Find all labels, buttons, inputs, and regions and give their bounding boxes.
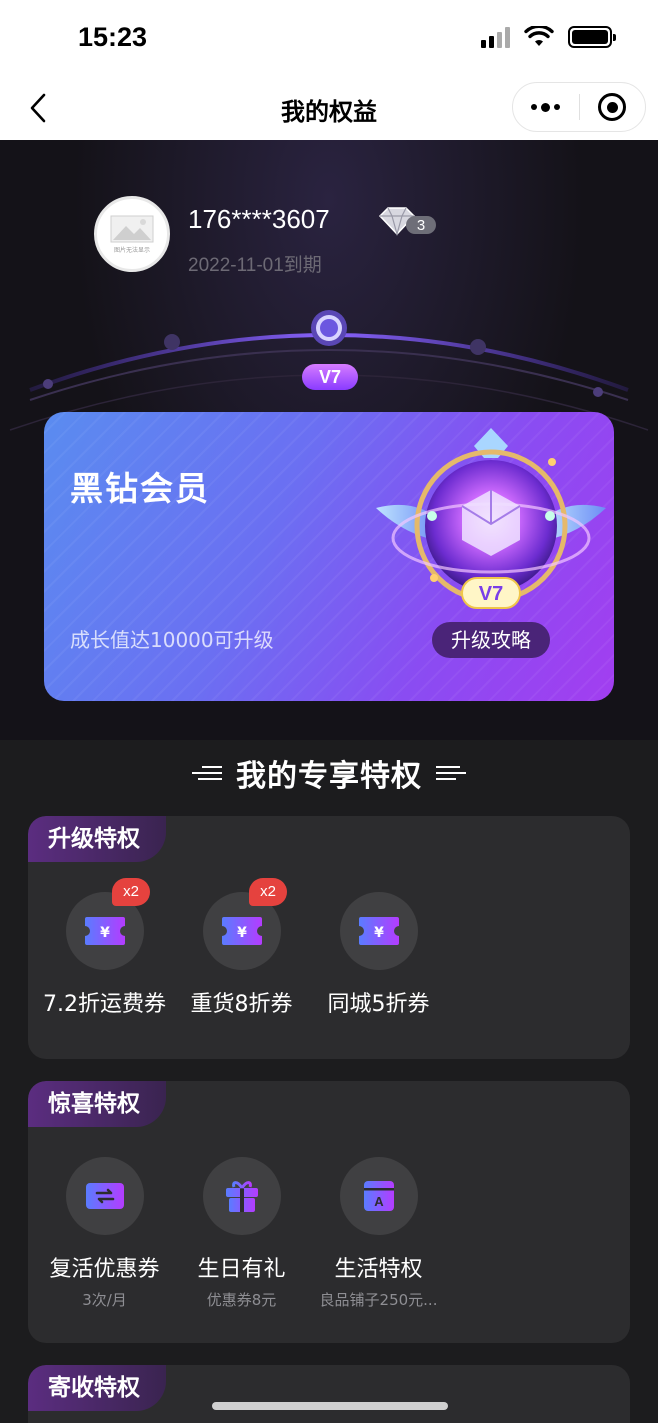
growth-requirement: 成长值达10000可升级 xyxy=(70,628,274,652)
cellular-signal-icon xyxy=(481,26,510,48)
expire-date: 2022-11-01到期 xyxy=(188,255,322,276)
coupon-icon: ¥ xyxy=(84,917,125,945)
revive-coupon-icon xyxy=(85,1183,124,1209)
upgrade-guide-button[interactable]: 升级攻略 xyxy=(432,622,550,658)
status-bar: 15:23 xyxy=(0,0,658,76)
image-placeholder-icon xyxy=(110,215,154,242)
section-title: 我的专享特权 xyxy=(236,759,422,794)
privilege-item[interactable]: ¥ 同城5折券 xyxy=(310,892,447,1018)
privileges-section-header: 我的专享特权 xyxy=(0,752,658,794)
avatar-caption: 图片无法显示 xyxy=(113,246,150,254)
target-icon xyxy=(598,93,627,121)
panel-tag: 惊喜特权 xyxy=(28,1081,166,1127)
current-level-tag: V7 xyxy=(302,364,358,390)
surprise-privileges-panel: 惊喜特权 复活优惠券 3次/月 生日有礼 优惠券8元 A 生活特权 良品铺子25… xyxy=(28,1081,630,1343)
privilege-sublabel: 优惠券8元 xyxy=(206,1291,277,1309)
upgrade-privileges-panel: 升级特权 ¥ x2 7.2折运费券 ¥ x2 重货8折券 ¥ 同城5折券 xyxy=(28,816,630,1059)
privilege-item[interactable]: ¥ x2 重货8折券 xyxy=(173,878,310,1018)
privilege-item[interactable]: ¥ x2 7.2折运费券 xyxy=(36,878,173,1018)
panel-tag: 升级特权 xyxy=(28,816,166,862)
battery-icon xyxy=(568,26,616,48)
miniapp-capsule xyxy=(512,82,646,132)
home-indicator[interactable] xyxy=(212,1402,448,1410)
shop-icon: A xyxy=(363,1181,394,1211)
svg-text:¥: ¥ xyxy=(100,925,110,941)
diamond-level-badge: 3 xyxy=(378,207,436,236)
svg-text:¥: ¥ xyxy=(374,925,384,941)
privilege-label: 7.2折运费券 xyxy=(43,992,166,1017)
wifi-icon xyxy=(524,26,554,46)
privilege-label: 生活特权 xyxy=(334,1257,423,1282)
avatar[interactable]: 图片无法显示 xyxy=(94,196,170,272)
member-card: 黑钻会员 V7 成长值达10000可升级 升级攻略 xyxy=(44,412,614,701)
coupon-icon: ¥ xyxy=(358,917,399,945)
title-decoration-right xyxy=(436,766,466,780)
status-time: 15:23 xyxy=(78,22,148,52)
privilege-item[interactable]: 复活优惠券 3次/月 xyxy=(36,1157,173,1310)
panel-tag: 寄收特权 xyxy=(28,1365,166,1411)
svg-text:A: A xyxy=(374,1194,384,1209)
member-hero: 图片无法显示 176****3607 3 2022-11-01到期 V7 黑钻会… xyxy=(0,140,658,740)
privilege-label: 同城5折券 xyxy=(327,992,430,1017)
privilege-label: 重货8折券 xyxy=(190,992,293,1017)
phone-number: 176****3607 xyxy=(188,204,330,234)
member-tier-title: 黑钻会员 xyxy=(70,469,210,508)
more-button[interactable] xyxy=(513,102,579,112)
privilege-label: 复活优惠券 xyxy=(49,1257,160,1282)
coupon-icon: ¥ xyxy=(221,917,262,945)
nav-bar: 我的权益 xyxy=(0,76,658,140)
shipping-privileges-panel: 寄收特权 xyxy=(28,1365,630,1423)
diamond-level-number: 3 xyxy=(417,217,425,234)
privilege-item[interactable]: A 生活特权 良品铺子250元... xyxy=(310,1157,447,1310)
privilege-sublabel: 良品铺子250元... xyxy=(319,1291,438,1309)
privilege-item[interactable]: 生日有礼 优惠券8元 xyxy=(173,1157,310,1310)
v7-medal-icon: V7 xyxy=(376,428,606,609)
double-badge: x2 xyxy=(249,878,287,906)
svg-text:¥: ¥ xyxy=(237,925,247,941)
privilege-label: 生日有礼 xyxy=(197,1257,286,1282)
close-miniapp-button[interactable] xyxy=(580,93,646,121)
privilege-sublabel: 3次/月 xyxy=(82,1291,127,1309)
status-icons xyxy=(481,26,616,48)
medal-level-text: V7 xyxy=(479,583,503,605)
gift-icon xyxy=(225,1181,258,1212)
double-badge: x2 xyxy=(112,878,150,906)
title-decoration-left xyxy=(192,766,222,780)
